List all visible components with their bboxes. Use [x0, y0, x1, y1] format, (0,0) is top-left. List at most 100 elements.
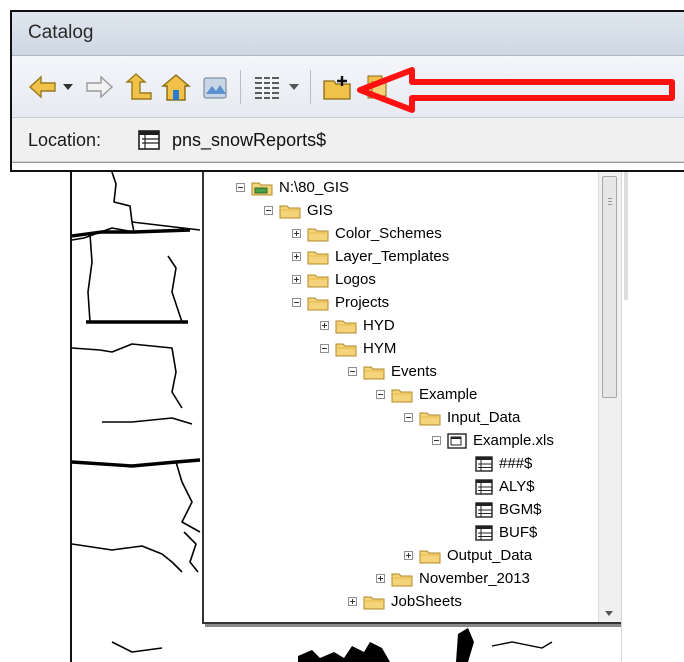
- home-icon[interactable]: [160, 72, 192, 102]
- map-scrollbar-thumb[interactable]: [624, 172, 628, 300]
- catalog-tree-panel: N:\80_GIS GIS Color_Schemes Layer_Templa…: [202, 172, 623, 624]
- tree-item-label: HYM: [363, 340, 397, 357]
- tree-item-november-2013[interactable]: November_2013: [376, 567, 530, 590]
- table-icon: [475, 501, 493, 518]
- collapse-icon[interactable]: [404, 413, 413, 422]
- tree-item-hyd[interactable]: HYD: [320, 314, 395, 337]
- tree-item-output-data[interactable]: Output_Data: [404, 544, 532, 567]
- folder-icon: [307, 249, 329, 265]
- tree-item-events[interactable]: Events: [348, 360, 437, 383]
- expand-icon[interactable]: [292, 229, 301, 238]
- collapse-icon[interactable]: [348, 367, 357, 376]
- map-scrollbar[interactable]: [621, 172, 684, 662]
- folder-icon: [419, 548, 441, 564]
- collapse-icon[interactable]: [264, 206, 273, 215]
- up-one-level-icon[interactable]: [124, 72, 154, 102]
- folder-icon: [279, 203, 301, 219]
- red-annotation-arrow: [357, 67, 675, 113]
- tree-item-example-xls[interactable]: Example.xls: [432, 429, 554, 452]
- collapse-icon[interactable]: [236, 183, 245, 192]
- tree-item-layer-templates[interactable]: Layer_Templates: [292, 245, 449, 268]
- tree-item-label: Layer_Templates: [335, 248, 450, 265]
- tree-item-hym[interactable]: HYM: [320, 337, 396, 360]
- expand-icon[interactable]: [292, 275, 301, 284]
- view-options-icon[interactable]: [252, 72, 282, 102]
- tree-item-label: BGM$: [499, 501, 542, 518]
- map-view: N:\80_GIS GIS Color_Schemes Layer_Templa…: [70, 172, 684, 662]
- toolbar-separator: [310, 70, 311, 104]
- catalog-contents-edge: [12, 162, 684, 170]
- tree-item-label: Example.xls: [473, 432, 554, 449]
- tree-item-label: Projects: [335, 294, 390, 311]
- folder-icon: [307, 272, 329, 288]
- tree-item-input-data[interactable]: Input_Data: [404, 406, 520, 429]
- tree-item-sheet[interactable]: ###$: [475, 452, 532, 475]
- location-label: Location:: [28, 130, 102, 150]
- folder-icon: [391, 387, 413, 403]
- folder-icon: [363, 364, 385, 380]
- expand-icon[interactable]: [404, 551, 413, 560]
- folder-icon: [419, 410, 441, 426]
- tree-item-sheet[interactable]: ALY$: [475, 475, 535, 498]
- view-dropdown-arrow-icon[interactable]: [288, 82, 300, 112]
- tree-item-label: Example: [419, 386, 478, 403]
- tree-item-example[interactable]: Example: [376, 383, 477, 406]
- location-bar: Location: pns_snowReports$: [12, 118, 684, 162]
- tree-item-label: November_2013: [419, 570, 530, 587]
- tree-item-label: ###$: [499, 455, 533, 472]
- table-icon: [475, 455, 493, 472]
- collapse-icon[interactable]: [432, 436, 441, 445]
- tree-item-gis[interactable]: GIS: [264, 199, 333, 222]
- tree-item-label: Output_Data: [447, 547, 533, 564]
- table-icon: [138, 130, 160, 155]
- folder-icon: [335, 318, 357, 334]
- tree-item-label: HYD: [363, 317, 395, 334]
- back-dropdown-arrow-icon[interactable]: [62, 82, 74, 112]
- tree-scrollbar[interactable]: [598, 172, 621, 622]
- scrollbar-thumb[interactable]: [602, 176, 617, 398]
- toolbar-separator: [240, 70, 241, 104]
- tree-item-color-schemes[interactable]: Color_Schemes: [292, 222, 442, 245]
- location-input[interactable]: pns_snowReports$: [172, 130, 326, 151]
- table-icon: [475, 524, 493, 541]
- tree-item-projects[interactable]: Projects: [292, 291, 389, 314]
- forward-arrow-icon[interactable]: [84, 72, 114, 102]
- tree-item-label: GIS: [307, 202, 333, 219]
- folder-icon: [363, 594, 385, 610]
- tree-item-label: Logos: [335, 271, 376, 288]
- catalog-title-bar: Catalog: [12, 12, 684, 56]
- folder-icon: [307, 226, 329, 242]
- tree-item-label: Color_Schemes: [335, 225, 442, 242]
- expand-icon[interactable]: [320, 321, 329, 330]
- tree-item-sheet[interactable]: BUF$: [475, 521, 537, 544]
- folder-icon: [391, 571, 413, 587]
- excel-workbook-icon: [447, 432, 467, 449]
- collapse-icon[interactable]: [320, 344, 329, 353]
- tree-item-label: BUF$: [499, 524, 538, 541]
- tree-item-label: ALY$: [499, 478, 535, 495]
- table-icon: [475, 478, 493, 495]
- folder-icon: [307, 295, 329, 311]
- collapse-icon[interactable]: [292, 298, 301, 307]
- collapse-icon[interactable]: [376, 390, 385, 399]
- folder-icon: [335, 341, 357, 357]
- connect-to-folder-icon[interactable]: [322, 72, 354, 102]
- catalog-toolbar: [12, 56, 684, 118]
- tree-item-label: Events: [391, 363, 437, 380]
- expand-icon[interactable]: [292, 252, 301, 261]
- tree-item-80-gis[interactable]: N:\80_GIS: [236, 176, 349, 199]
- tree-item-sheet[interactable]: BGM$: [475, 498, 542, 521]
- network-folder-icon: [251, 180, 273, 196]
- tree-item-label: N:\80_GIS: [279, 179, 350, 196]
- back-arrow-icon[interactable]: [28, 72, 58, 102]
- scrollbar-grip: [608, 198, 612, 206]
- tree-item-logos[interactable]: Logos: [292, 268, 376, 291]
- tree-item-label: JobSheets: [391, 593, 462, 610]
- scroll-down-arrow-icon[interactable]: [605, 611, 613, 616]
- toggle-contents-icon[interactable]: [200, 72, 230, 102]
- tree-item-jobsheets[interactable]: JobSheets: [348, 590, 462, 613]
- expand-icon[interactable]: [376, 574, 385, 583]
- catalog-title: Catalog: [28, 22, 94, 43]
- tree-item-label: Input_Data: [447, 409, 521, 426]
- expand-icon[interactable]: [348, 597, 357, 606]
